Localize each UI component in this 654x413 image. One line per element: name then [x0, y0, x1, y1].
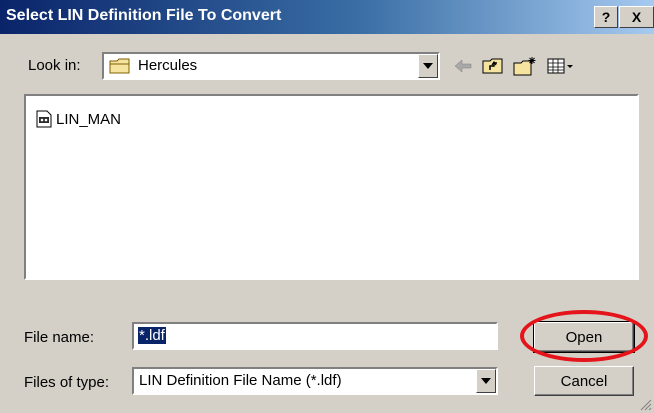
- look-in-value: Hercules: [138, 57, 198, 74]
- chevron-down-icon: [423, 63, 433, 69]
- file-type-label: Files of type:: [24, 374, 110, 391]
- chevron-down-icon: [481, 378, 491, 384]
- up-one-level-icon: [482, 58, 503, 74]
- window-title: Select LIN Definition File To Convert: [6, 7, 282, 24]
- look-in-dropdown[interactable]: Hercules: [102, 52, 440, 80]
- cancel-button[interactable]: Cancel: [534, 366, 634, 396]
- file-name-input[interactable]: *.ldf: [132, 322, 498, 350]
- view-menu-button[interactable]: [545, 54, 577, 78]
- help-button[interactable]: ?: [594, 6, 618, 28]
- ldf-file-icon: [36, 110, 52, 128]
- view-menu-icon: [547, 58, 573, 74]
- up-one-level-button[interactable]: [480, 54, 506, 78]
- look-in-dropdown-arrow[interactable]: [418, 54, 438, 78]
- file-type-value: LIN Definition File Name (*.ldf): [139, 372, 342, 389]
- file-type-dropdown-arrow[interactable]: [476, 369, 496, 393]
- title-bar[interactable]: Select LIN Definition File To Convert ? …: [0, 0, 654, 34]
- new-folder-icon: [513, 57, 536, 76]
- file-name-label: LIN_MAN: [56, 110, 122, 128]
- help-icon: ?: [601, 9, 611, 25]
- list-item[interactable]: LIN_MAN: [36, 110, 121, 128]
- file-list[interactable]: LIN_MAN: [24, 94, 639, 280]
- file-name-label-text: File name:: [24, 329, 95, 346]
- file-name-value: *.ldf: [138, 327, 166, 344]
- file-type-dropdown[interactable]: LIN Definition File Name (*.ldf): [132, 367, 498, 395]
- open-file-dialog: Select LIN Definition File To Convert ? …: [0, 0, 654, 413]
- resize-grip-icon[interactable]: [638, 397, 652, 411]
- create-new-folder-button[interactable]: [512, 54, 538, 78]
- back-arrow-icon: [454, 59, 472, 73]
- close-icon: X: [631, 9, 642, 25]
- back-button[interactable]: [450, 54, 476, 78]
- open-button[interactable]: Open: [533, 321, 635, 353]
- look-in-label: Look in:: [28, 57, 81, 74]
- folder-icon: [109, 58, 130, 74]
- close-button[interactable]: X: [619, 6, 654, 28]
